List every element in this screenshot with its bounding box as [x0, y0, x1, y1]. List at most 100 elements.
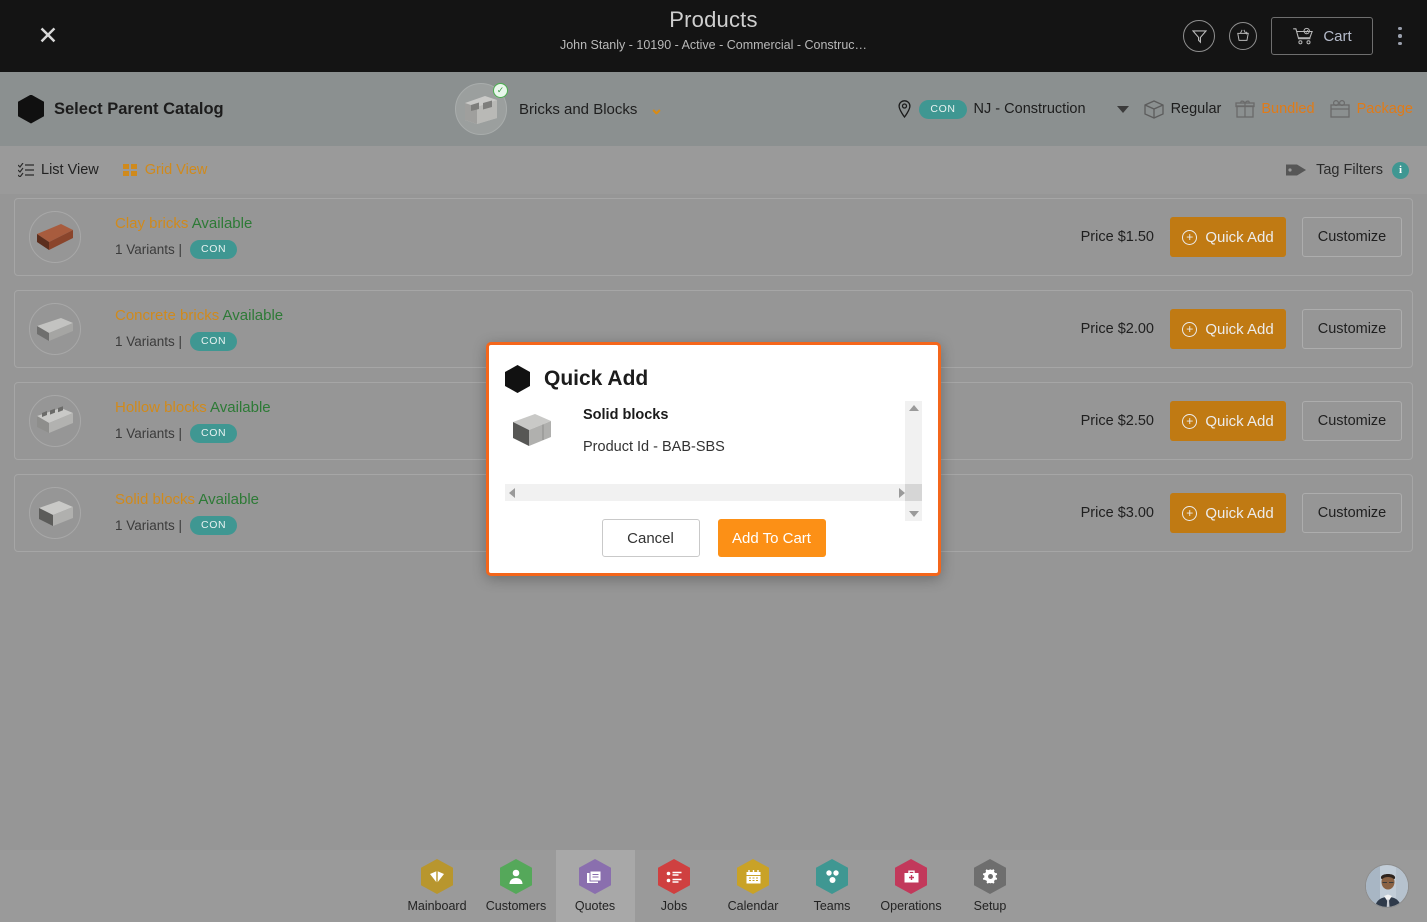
cancel-button[interactable]: Cancel	[601, 519, 700, 557]
quick-add-button[interactable]: + Quick Add	[1170, 401, 1286, 441]
dialog-header: Quick Add	[489, 345, 938, 393]
nav-item-teams[interactable]: Teams	[793, 850, 872, 922]
dialog-footer: Cancel Add To Cart	[489, 519, 938, 557]
product-price: Price $2.50	[1080, 413, 1154, 429]
nav-item-quotes[interactable]: Quotes	[555, 850, 635, 922]
product-name-line: Solid blocks Available	[115, 491, 259, 508]
product-meta: 1 Variants | CON	[115, 332, 283, 351]
quick-add-label: Quick Add	[1205, 228, 1274, 246]
location-chevron-down-icon[interactable]	[1116, 105, 1129, 113]
tag-icon	[1286, 164, 1307, 176]
type-package[interactable]: Package	[1329, 99, 1413, 119]
nav-item-setup[interactable]: Setup	[951, 850, 1030, 922]
product-price: Price $2.00	[1080, 321, 1154, 337]
dialog-vertical-scrollbar[interactable]	[905, 401, 922, 521]
filter-funnel-icon[interactable]	[1183, 20, 1215, 52]
customers-icon	[500, 859, 532, 894]
product-badge: CON	[190, 240, 238, 259]
list-view-icon	[18, 163, 34, 177]
customize-button[interactable]: Customize	[1302, 493, 1402, 533]
location-name: NJ - Construction	[973, 101, 1086, 117]
operations-icon	[895, 859, 927, 894]
customize-button[interactable]: Customize	[1302, 309, 1402, 349]
nav-label: Mainboard	[407, 899, 467, 913]
quotes-icon	[579, 859, 611, 894]
quick-add-button[interactable]: + Quick Add	[1170, 217, 1286, 257]
scroll-up-icon[interactable]	[908, 405, 919, 411]
plus-circle-icon: +	[1182, 321, 1198, 337]
quick-add-label: Quick Add	[1205, 412, 1274, 430]
dialog-product-id: Product Id - BAB-SBS	[583, 439, 725, 455]
product-actions: Price $1.50 + Quick Add Customize	[1081, 217, 1402, 257]
nav-label: Teams	[813, 899, 851, 913]
basket-add-icon[interactable]	[1229, 22, 1257, 50]
close-icon[interactable]: ✕	[32, 20, 64, 52]
nav-item-jobs[interactable]: Jobs	[635, 850, 714, 922]
tag-filters-label: Tag Filters	[1316, 162, 1383, 178]
list-view-toggle[interactable]: List View	[18, 162, 99, 178]
product-info: Hollow blocks Available 1 Variants | CON	[115, 399, 271, 443]
user-avatar[interactable]	[1365, 864, 1409, 908]
solid-block-thumbnail	[505, 407, 557, 455]
catalog-bar: Select Parent Catalog ✓ Bricks and Block…	[0, 72, 1427, 146]
nav-item-customers[interactable]: Customers	[477, 850, 556, 922]
clay-brick-thumbnail	[29, 211, 81, 263]
grid-view-toggle[interactable]: Grid View	[122, 162, 207, 178]
product-availability: Available	[198, 491, 259, 508]
concrete-brick-thumbnail	[29, 303, 81, 355]
quick-add-button[interactable]: + Quick Add	[1170, 493, 1286, 533]
product-name: Hollow blocks	[115, 399, 207, 416]
scroll-left-icon[interactable]	[509, 487, 515, 498]
quick-add-button[interactable]: + Quick Add	[1170, 309, 1286, 349]
product-badge: CON	[190, 516, 238, 535]
product-meta: 1 Variants | CON	[115, 516, 259, 535]
product-actions: Price $2.00 + Quick Add Customize	[1081, 309, 1402, 349]
hollow-block-thumbnail	[29, 395, 81, 447]
selected-catalog-label: Bricks and Blocks	[519, 100, 638, 118]
cart-label: Cart	[1323, 27, 1352, 45]
plus-circle-icon: +	[1182, 505, 1198, 521]
product-availability: Available	[222, 307, 284, 324]
type-bundled-label: Bundled	[1261, 101, 1315, 117]
type-bundled[interactable]: Bundled	[1235, 99, 1315, 119]
dialog-product-name: Solid blocks	[583, 407, 669, 423]
product-name-line: Hollow blocks Available	[115, 399, 271, 416]
product-availability: Available	[191, 215, 253, 232]
product-variants: 1 Variants |	[115, 518, 183, 533]
chevron-down-icon[interactable]: ⌄	[649, 99, 663, 119]
catalog-selected-check-icon: ✓	[493, 83, 508, 98]
add-to-cart-button[interactable]: Add To Cart	[717, 519, 826, 557]
type-package-label: Package	[1356, 101, 1413, 117]
info-icon[interactable]: i	[1392, 161, 1409, 179]
catalog-selector[interactable]: ✓ Bricks and Blocks ⌄	[455, 83, 664, 135]
products-screen: ✕ Products John Stanly - 10190 - Active …	[0, 0, 1427, 922]
cart-button[interactable]: Cart	[1271, 17, 1373, 55]
scroll-down-icon[interactable]	[908, 511, 919, 517]
type-regular[interactable]: Regular	[1143, 99, 1221, 119]
catalog-bar-right: CON NJ - Construction Regular Bundled Pa…	[897, 99, 1413, 119]
table-row[interactable]: Clay bricks Available 1 Variants | CON P…	[14, 198, 1413, 276]
product-info: Clay bricks Available 1 Variants | CON	[115, 215, 252, 259]
product-name-line: Clay bricks Available	[115, 215, 252, 232]
location-group[interactable]: CON NJ - Construction	[897, 99, 1129, 119]
gift-icon	[1235, 100, 1255, 118]
product-meta: 1 Variants | CON	[115, 240, 252, 259]
customize-button[interactable]: Customize	[1302, 401, 1402, 441]
product-name: Concrete bricks	[115, 307, 220, 324]
quick-add-label: Quick Add	[1205, 504, 1274, 522]
select-parent-catalog[interactable]: Select Parent Catalog	[18, 94, 224, 124]
dialog-horizontal-scrollbar[interactable]	[505, 484, 909, 501]
tag-filters-button[interactable]: Tag Filters i	[1285, 161, 1409, 179]
more-vertical-icon[interactable]	[1389, 20, 1411, 52]
location-pin-icon	[898, 100, 911, 118]
hexagon-icon	[505, 365, 530, 393]
header-actions: Cart	[1183, 0, 1411, 72]
plus-circle-icon: +	[1182, 413, 1198, 429]
nav-item-calendar[interactable]: Calendar	[714, 850, 793, 922]
box-icon	[1143, 100, 1164, 119]
nav-item-mainboard[interactable]: Mainboard	[398, 850, 477, 922]
product-variants: 1 Variants |	[115, 426, 183, 441]
jobs-icon	[658, 859, 690, 894]
customize-button[interactable]: Customize	[1302, 217, 1402, 257]
nav-item-operations[interactable]: Operations	[872, 850, 951, 922]
